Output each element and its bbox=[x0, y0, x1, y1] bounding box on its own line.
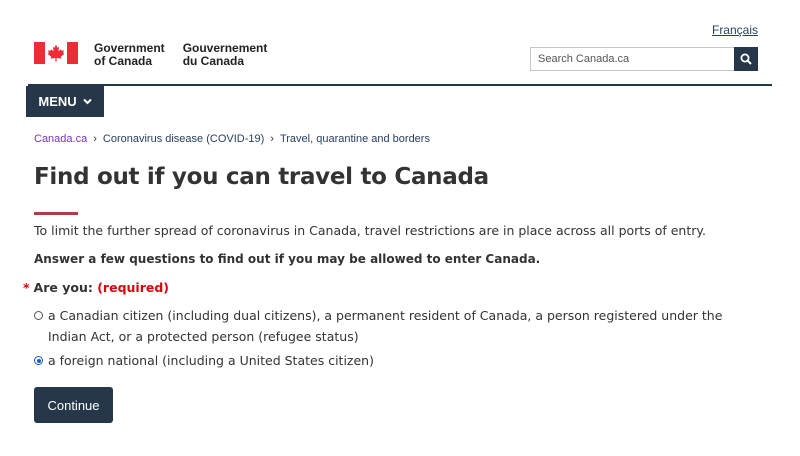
question-label: Are you: bbox=[33, 280, 93, 295]
menu-button[interactable]: MENU bbox=[26, 86, 104, 117]
search-icon bbox=[740, 53, 752, 65]
search-input[interactable] bbox=[530, 47, 734, 71]
chevron-right-icon: › bbox=[93, 133, 97, 145]
instruction-text: Answer a few questions to find out if yo… bbox=[34, 252, 541, 266]
breadcrumb-link-travel[interactable]: Travel, quarantine and borders bbox=[280, 133, 430, 145]
radio-label-canadian: a Canadian citizen (including dual citiz… bbox=[48, 308, 723, 344]
radio-label-foreign: a foreign national (including a United S… bbox=[48, 353, 374, 368]
menu-label: MENU bbox=[38, 94, 77, 109]
breadcrumb-link-covid[interactable]: Coronavirus disease (COVID-19) bbox=[103, 133, 264, 145]
breadcrumb: Canada.ca › Coronavirus disease (COVID-1… bbox=[34, 133, 430, 145]
chevron-right-icon: › bbox=[270, 133, 274, 145]
intro-text: To limit the further spread of coronavir… bbox=[34, 223, 706, 238]
header-divider bbox=[28, 84, 772, 86]
radio-option-foreign[interactable]: a foreign national (including a United S… bbox=[34, 350, 374, 371]
chevron-down-icon bbox=[82, 98, 92, 105]
search-form bbox=[530, 47, 758, 71]
canada-flag-icon bbox=[34, 42, 78, 64]
continue-button[interactable]: Continue bbox=[34, 387, 113, 423]
radio-button-canadian[interactable] bbox=[34, 311, 43, 320]
search-button[interactable] bbox=[734, 47, 758, 71]
title-underline bbox=[34, 212, 78, 215]
brand-fr-line2: du Canada bbox=[182, 54, 245, 68]
radio-button-foreign[interactable] bbox=[34, 356, 43, 365]
required-asterisk: * bbox=[23, 280, 30, 295]
language-toggle-link[interactable]: Français bbox=[712, 23, 758, 37]
required-label: (required) bbox=[97, 280, 170, 295]
page-title: Find out if you can travel to Canada bbox=[34, 164, 489, 190]
radio-option-canadian[interactable]: a Canadian citizen (including dual citiz… bbox=[34, 305, 764, 347]
question-legend: * Are you: (required) bbox=[23, 280, 169, 295]
brand-en-line2: of Canada bbox=[94, 54, 153, 68]
government-of-canada-signature[interactable]: Government of Canada Gouvernement du Can… bbox=[34, 42, 285, 68]
breadcrumb-link-canada[interactable]: Canada.ca bbox=[34, 133, 87, 145]
